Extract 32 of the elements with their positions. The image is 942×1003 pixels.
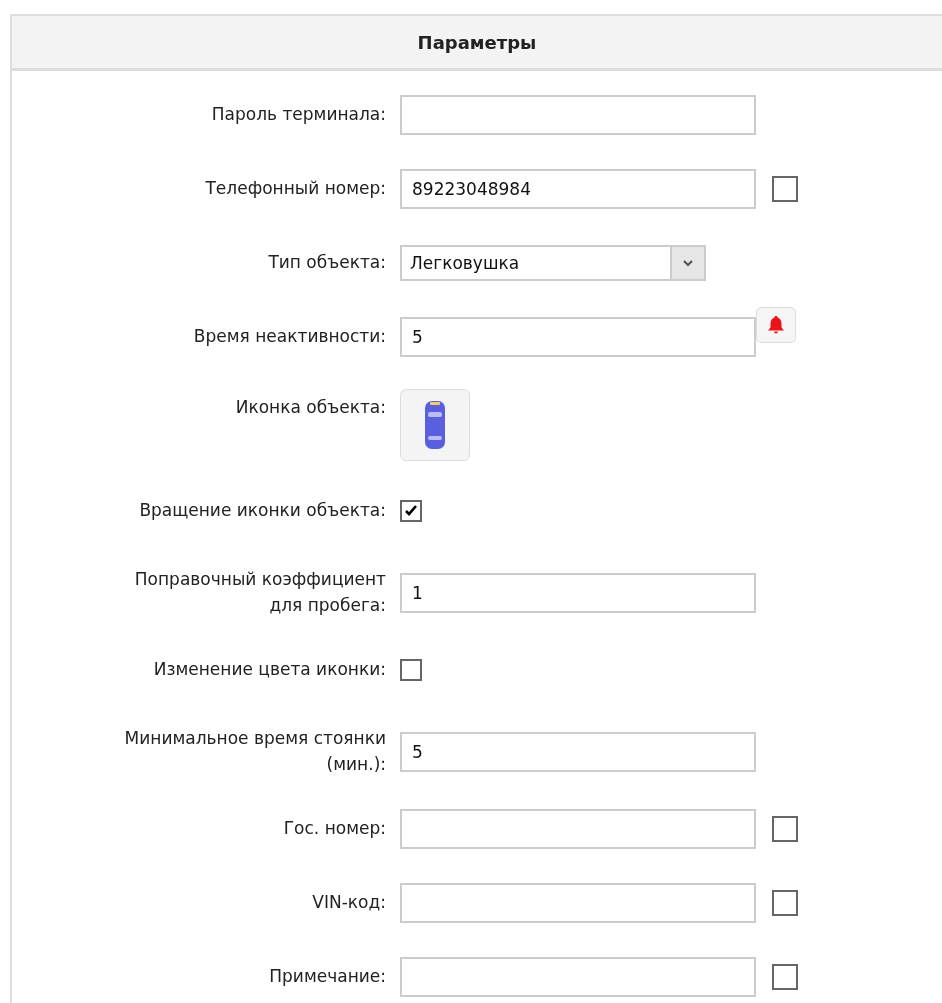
field-label: Иконка объекта: xyxy=(235,396,386,419)
field-label: Телефонный номер: xyxy=(205,177,386,201)
checkbox[interactable] xyxy=(772,890,798,916)
field-label: Поправочный коэффициент для пробега: xyxy=(133,568,386,617)
input-field[interactable] xyxy=(400,809,756,849)
checkbox[interactable] xyxy=(400,500,422,522)
checkbox[interactable] xyxy=(772,176,798,202)
field-label: Пароль терминала: xyxy=(211,103,386,127)
field-label: Вращение иконки объекта: xyxy=(139,499,386,523)
input-field[interactable]: 1 xyxy=(400,572,756,613)
field-label: Тип объекта: xyxy=(268,251,386,275)
object-icon-button[interactable] xyxy=(400,389,470,461)
field-label: Гос. номер: xyxy=(283,817,386,841)
car-icon xyxy=(425,401,445,449)
field-label: VIN-код: xyxy=(312,891,386,915)
field-label: Минимальное время стоянки (мин.): xyxy=(123,727,386,776)
bell-icon[interactable] xyxy=(756,307,796,343)
chevron-down-icon xyxy=(682,259,694,267)
field-label: Изменение цвета иконки: xyxy=(153,658,386,682)
checkbox[interactable] xyxy=(772,816,798,842)
input-field[interactable] xyxy=(400,883,756,923)
type-dropdown[interactable]: Легковушка xyxy=(400,245,706,281)
checkbox[interactable] xyxy=(400,659,422,681)
input-field[interactable] xyxy=(400,95,756,135)
field-label: Время неактивности: xyxy=(193,325,386,349)
input-field[interactable]: 5 xyxy=(400,317,756,357)
input-field[interactable]: 89223048984 xyxy=(400,169,756,209)
checkbox[interactable] xyxy=(772,964,798,990)
panel-title: Параметры xyxy=(417,31,537,53)
field-label: Примечание: xyxy=(269,965,386,989)
input-field[interactable] xyxy=(400,957,756,997)
input-field[interactable]: 5 xyxy=(400,731,756,772)
